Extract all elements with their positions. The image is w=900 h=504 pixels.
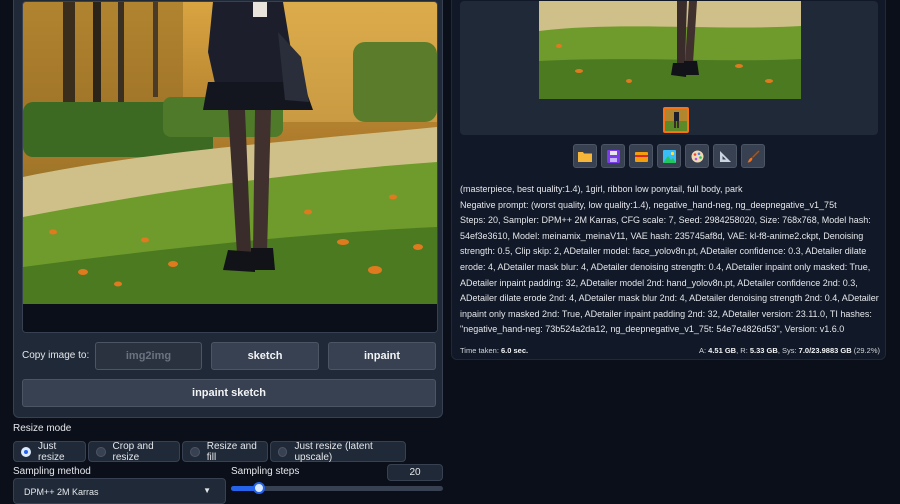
output-panel: (masterpiece, best quality:1.4), 1girl, … xyxy=(451,0,886,360)
sampling-method-value: DPM++ 2M Karras xyxy=(24,487,99,497)
ruler-triangle-icon xyxy=(719,150,731,162)
img2img-input-panel: Copy image to: img2img sketch inpaint in… xyxy=(13,0,443,418)
radio-unchecked-icon xyxy=(190,446,200,457)
sampling-steps-label: Sampling steps xyxy=(231,466,300,477)
vram-a-label: A: xyxy=(698,346,707,355)
resize-option-label: Crop and resize xyxy=(112,440,154,463)
output-image[interactable] xyxy=(539,1,801,99)
resize-mode-label: Resize mode xyxy=(13,423,72,434)
sampling-steps-input[interactable]: 20 xyxy=(387,464,443,481)
sampling-steps-slider[interactable] xyxy=(231,482,443,494)
resize-option-resize-and-fill[interactable]: Resize and fill xyxy=(182,440,268,463)
vram-r-label: R: xyxy=(740,346,748,355)
time-taken-label: Time taken: xyxy=(460,346,499,355)
paint-button[interactable] xyxy=(741,144,765,168)
generation-info: (masterpiece, best quality:1.4), 1girl, … xyxy=(460,182,882,338)
radio-unchecked-icon xyxy=(278,446,288,457)
copy-to-inpaint-button[interactable]: inpaint xyxy=(328,342,436,370)
send-to-extras-button[interactable] xyxy=(713,144,737,168)
sampling-method-select[interactable]: DPM++ 2M Karras ▼ xyxy=(13,478,226,504)
slider-thumb[interactable] xyxy=(252,482,265,494)
performance-info: Time taken: 6.0 sec. A: 4.51 GB, R: 5.33… xyxy=(460,346,880,355)
open-folder-button[interactable] xyxy=(573,144,597,168)
resize-option-just-resize[interactable]: Just resize xyxy=(13,440,86,463)
copy-image-label: Copy image to: xyxy=(22,350,90,361)
folder-icon xyxy=(578,152,592,162)
resize-option-label: Just resize (latent upscale) xyxy=(294,440,373,463)
memory-usage: A: 4.51 GB, R: 5.33 GB, Sys: 7.0/23.9883… xyxy=(698,346,880,355)
sys-percent: (29.2%) xyxy=(853,346,880,355)
gallery-thumbnail[interactable] xyxy=(663,107,689,133)
copy-to-inpaint-sketch-button[interactable]: inpaint sketch xyxy=(22,379,436,407)
radio-unchecked-icon xyxy=(96,446,106,457)
resize-option-latent-upscale[interactable]: Just resize (latent upscale) xyxy=(270,440,406,463)
gen-negative-prompt: Negative prompt: (worst quality, low qua… xyxy=(460,199,837,210)
vram-a-value: 4.51 GB xyxy=(708,346,737,355)
time-taken-value: 6.0 sec. xyxy=(501,346,529,355)
gen-prompt: (masterpiece, best quality:1.4), 1girl, … xyxy=(460,184,743,194)
resize-option-label: Just resize xyxy=(37,440,65,463)
radio-checked-icon xyxy=(21,446,31,457)
vram-r-value: 5.33 GB xyxy=(749,346,778,355)
zip-icon xyxy=(634,151,648,162)
save-icon xyxy=(606,149,620,163)
palette-icon xyxy=(691,150,703,162)
send-to-inpaint-button[interactable] xyxy=(685,144,709,168)
copy-to-img2img-button[interactable]: img2img xyxy=(95,342,202,370)
save-button[interactable] xyxy=(601,144,625,168)
sys-value: 7.0/23.9883 GB xyxy=(798,346,852,355)
send-to-img2img-icon xyxy=(662,149,676,163)
zip-button[interactable] xyxy=(629,144,653,168)
dropdown-caret-icon: ▼ xyxy=(203,486,211,495)
input-image-canvas[interactable] xyxy=(22,1,438,333)
resize-option-crop-and-resize[interactable]: Crop and resize xyxy=(88,440,180,463)
resize-option-label: Resize and fill xyxy=(206,440,257,463)
send-to-img2img-button[interactable] xyxy=(657,144,681,168)
sampling-method-label: Sampling method xyxy=(13,466,91,477)
thumbnail-image xyxy=(665,109,687,131)
gen-parameters: Steps: 20, Sampler: DPM++ 2M Karras, CFG… xyxy=(460,215,879,335)
sys-label: Sys: xyxy=(781,346,797,355)
paintbrush-icon xyxy=(747,150,759,162)
input-image xyxy=(23,2,437,332)
copy-to-sketch-button[interactable]: sketch xyxy=(211,342,319,370)
output-gallery xyxy=(460,1,878,135)
